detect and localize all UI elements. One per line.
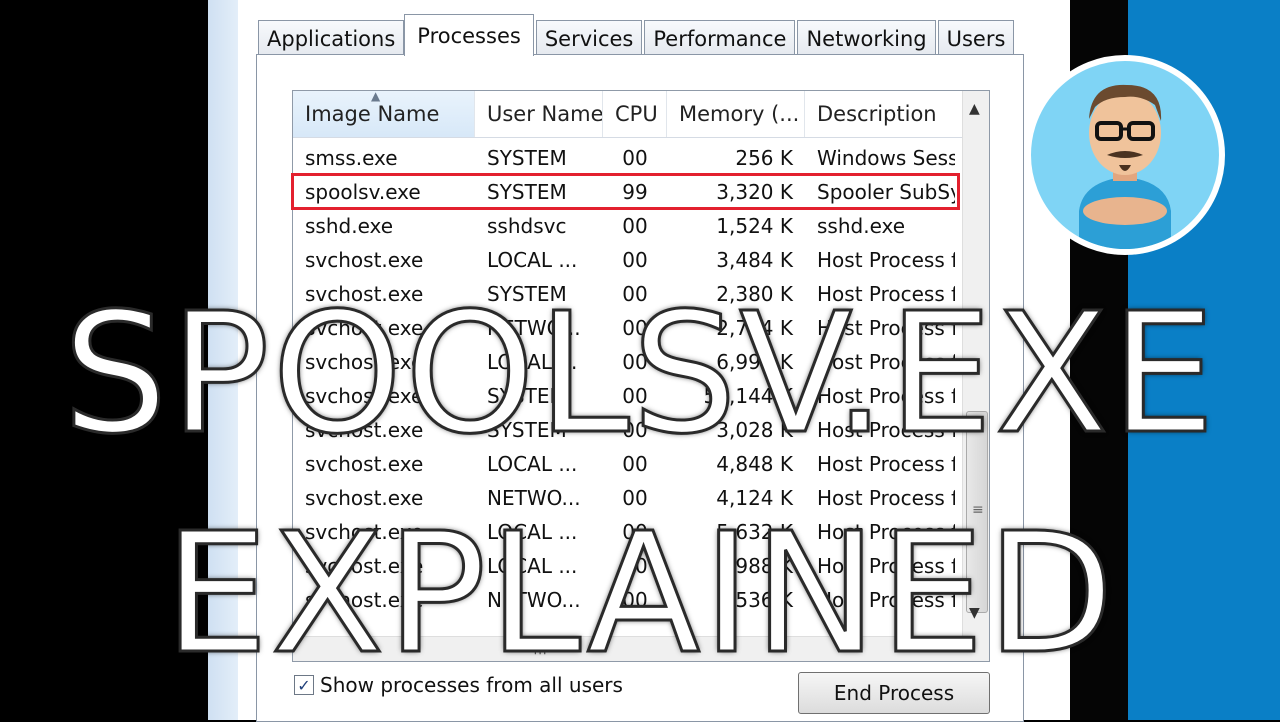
cell-description: Host Process f (817, 248, 955, 272)
cell-user-name: SYSTEM (487, 146, 567, 170)
tab-users[interactable]: Users (937, 20, 1015, 56)
column-memory[interactable]: Memory (... (667, 91, 805, 137)
tab-performance[interactable]: Performance (644, 20, 796, 56)
sort-ascending-icon: ▲ (371, 91, 381, 103)
cell-image-name: smss.exe (305, 146, 398, 170)
table-row[interactable]: smss.exe SYSTEM 00 256 K Windows Sess (293, 141, 955, 175)
table-row[interactable]: svchost.exe LOCAL ... 00 3,484 K Host Proces… (293, 243, 955, 277)
tab-networking[interactable]: Networking (797, 20, 936, 56)
column-label: Image Name (305, 102, 440, 126)
cell-cpu: 00 (622, 146, 648, 170)
list-header: ▲ Image Name User Name CPU Memory (... D… (293, 91, 963, 138)
title-line-1: SPOOLSV.EXE (61, 278, 1218, 471)
cell-image-name: sshd.exe (305, 214, 394, 238)
tab-processes[interactable]: Processes (404, 14, 534, 56)
highlight-box (291, 173, 960, 210)
title-line-2: EXPLAINED (162, 498, 1117, 691)
cell-memory: 256 K (735, 146, 793, 170)
cell-image-name: svchost.exe (305, 248, 424, 272)
cell-user-name: sshdsvc (487, 214, 567, 238)
cell-memory: 3,484 K (716, 248, 793, 272)
cell-memory: 1,524 K (716, 214, 793, 238)
avatar (1025, 55, 1225, 255)
tab-strip: Applications Processes Services Performa… (258, 14, 1016, 56)
column-image-name[interactable]: ▲ Image Name (293, 91, 475, 137)
cartoon-character-icon (1079, 84, 1171, 249)
tab-applications[interactable]: Applications (258, 20, 405, 56)
tab-services[interactable]: Services (535, 20, 643, 56)
cell-cpu: 00 (622, 248, 648, 272)
cell-cpu: 00 (622, 214, 648, 238)
cell-user-name: LOCAL ... (487, 248, 578, 272)
cell-description: sshd.exe (817, 214, 906, 238)
column-description[interactable]: Description (805, 91, 963, 137)
column-cpu[interactable]: CPU (603, 91, 667, 137)
cell-description: Windows Sess (817, 146, 955, 170)
table-row[interactable]: sshd.exe sshdsvc 00 1,524 K sshd.exe (293, 209, 955, 243)
scroll-up-icon[interactable]: ▲ (969, 101, 980, 117)
column-user-name[interactable]: User Name (475, 91, 603, 137)
